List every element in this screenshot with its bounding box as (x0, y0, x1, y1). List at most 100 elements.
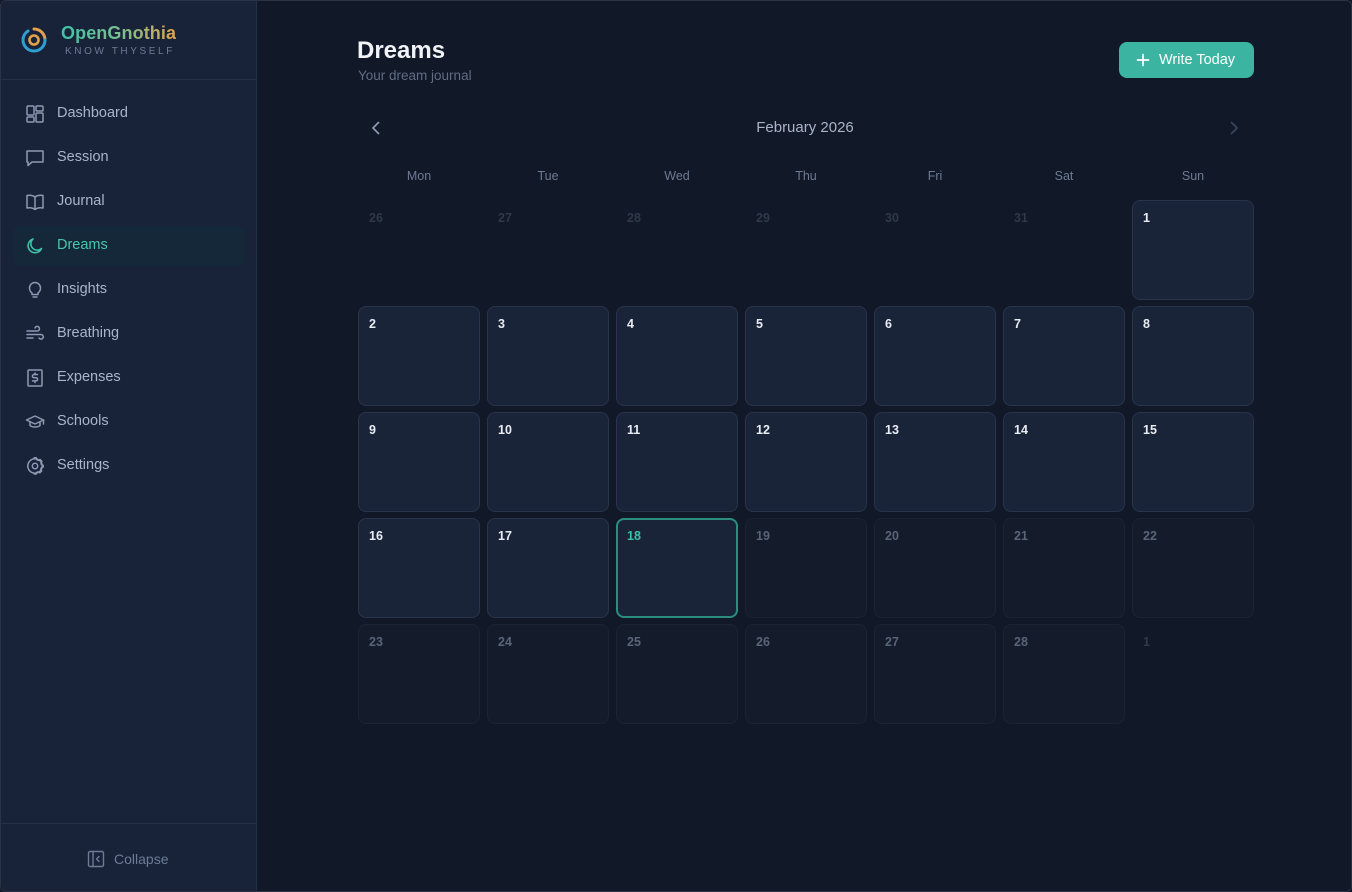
sidebar-footer: Collapse (1, 823, 256, 891)
calendar-day[interactable]: 24 (487, 624, 609, 724)
calendar-day: 26 (358, 200, 480, 300)
sidebar-item-label: Breathing (57, 325, 120, 341)
calendar-day[interactable]: 13 (874, 412, 996, 512)
day-number: 18 (627, 529, 641, 543)
sidebar-item-schools[interactable]: Schools (13, 402, 245, 442)
calendar-day-today[interactable]: 18 (616, 518, 738, 618)
receipt-dollar-icon (27, 369, 43, 387)
sidebar-item-label: Journal (57, 193, 105, 209)
weekday-label: Mon (406, 169, 432, 183)
next-month-button[interactable] (1223, 117, 1245, 139)
day-number: 21 (1014, 529, 1028, 543)
logo-icon (21, 27, 47, 53)
day-number: 12 (756, 423, 770, 437)
brand-header: OpenGnothia KNOW THYSELF (1, 1, 256, 80)
day-number: 26 (756, 635, 770, 649)
calendar-day[interactable]: 12 (745, 412, 867, 512)
panel-collapse-icon (87, 850, 105, 868)
page-title: Dreams (357, 37, 446, 64)
day-number: 7 (1014, 317, 1021, 331)
calendar-day[interactable]: 2 (358, 306, 480, 406)
day-number: 19 (756, 529, 770, 543)
calendar-day[interactable]: 1 (1132, 200, 1254, 300)
calendar-day[interactable]: 15 (1132, 412, 1254, 512)
calendar-day[interactable]: 3 (487, 306, 609, 406)
calendar-day[interactable]: 26 (745, 624, 867, 724)
sidebar-item-settings[interactable]: Settings (13, 446, 245, 486)
weekday-label: Wed (664, 169, 690, 183)
calendar-month-label: February 2026 (756, 119, 854, 136)
calendar-day: 30 (874, 200, 996, 300)
sidebar-item-expenses[interactable]: Expenses (13, 358, 245, 398)
day-number: 15 (1143, 423, 1157, 437)
calendar-day: 28 (616, 200, 738, 300)
weekday-label: Tue (537, 169, 559, 183)
calendar-day[interactable]: 5 (745, 306, 867, 406)
plus-icon (1136, 53, 1150, 67)
day-number: 24 (498, 635, 512, 649)
day-number: 5 (756, 317, 763, 331)
calendar-day[interactable]: 25 (616, 624, 738, 724)
calendar-day[interactable]: 27 (874, 624, 996, 724)
day-number: 31 (1014, 211, 1028, 225)
day-number: 17 (498, 529, 512, 543)
sidebar-item-insights[interactable]: Insights (13, 270, 245, 310)
sidebar-item-breathing[interactable]: Breathing (13, 314, 245, 354)
sidebar-item-dashboard[interactable]: Dashboard (13, 94, 245, 134)
sidebar-item-label: Session (57, 149, 109, 165)
day-number: 1 (1143, 211, 1150, 225)
calendar-day: 27 (487, 200, 609, 300)
previous-month-button[interactable] (365, 117, 387, 139)
day-number: 10 (498, 423, 512, 437)
weekday-label: Thu (795, 169, 817, 183)
day-number: 2 (369, 317, 376, 331)
day-number: 14 (1014, 423, 1028, 437)
sidebar-item-label: Dreams (57, 237, 108, 253)
day-number: 23 (369, 635, 383, 649)
calendar-day[interactable]: 23 (358, 624, 480, 724)
calendar-day[interactable]: 7 (1003, 306, 1125, 406)
calendar-day[interactable]: 6 (874, 306, 996, 406)
message-square-icon (26, 150, 44, 167)
day-number: 20 (885, 529, 899, 543)
calendar-day[interactable]: 14 (1003, 412, 1125, 512)
calendar-day[interactable]: 16 (358, 518, 480, 618)
calendar-day[interactable]: 10 (487, 412, 609, 512)
sidebar-item-label: Insights (57, 281, 107, 297)
day-number: 8 (1143, 317, 1150, 331)
main-content: Dreams Your dream journal Write Today Fe… (257, 1, 1351, 891)
calendar-day[interactable]: 4 (616, 306, 738, 406)
calendar-day[interactable]: 21 (1003, 518, 1125, 618)
calendar-day[interactable]: 28 (1003, 624, 1125, 724)
sidebar-item-session[interactable]: Session (13, 138, 245, 178)
day-number: 1 (1143, 635, 1150, 649)
gear-icon (27, 456, 44, 475)
calendar-day[interactable]: 8 (1132, 306, 1254, 406)
day-number: 26 (369, 211, 383, 225)
sidebar-item-label: Settings (57, 457, 110, 473)
day-number: 3 (498, 317, 505, 331)
lightbulb-icon (28, 281, 42, 298)
day-number: 4 (627, 317, 634, 331)
calendar-day[interactable]: 11 (616, 412, 738, 512)
calendar-day[interactable]: 17 (487, 518, 609, 618)
page-subtitle: Your dream journal (358, 68, 472, 83)
calendar-grid: 26 27 28 29 30 31 1 2 3 4 5 6 7 8 9 10 11 12 13 14 15 16 17 18 1… (358, 200, 1254, 724)
day-number: 6 (885, 317, 892, 331)
day-number: 29 (756, 211, 770, 225)
day-number: 28 (627, 211, 641, 225)
calendar-day[interactable]: 20 (874, 518, 996, 618)
brand-tagline: KNOW THYSELF (65, 46, 175, 57)
weekday-label: Sun (1181, 169, 1205, 183)
calendar-day[interactable]: 9 (358, 412, 480, 512)
write-today-button[interactable]: Write Today (1119, 42, 1254, 78)
calendar-day[interactable]: 22 (1132, 518, 1254, 618)
day-number: 16 (369, 529, 383, 543)
book-open-icon (26, 194, 44, 211)
wind-icon (26, 325, 44, 340)
sidebar-item-journal[interactable]: Journal (13, 182, 245, 222)
write-today-label: Write Today (1159, 52, 1236, 68)
weekday-label: Fri (927, 169, 943, 183)
sidebar-item-dreams[interactable]: Dreams (13, 226, 245, 266)
calendar-day[interactable]: 19 (745, 518, 867, 618)
